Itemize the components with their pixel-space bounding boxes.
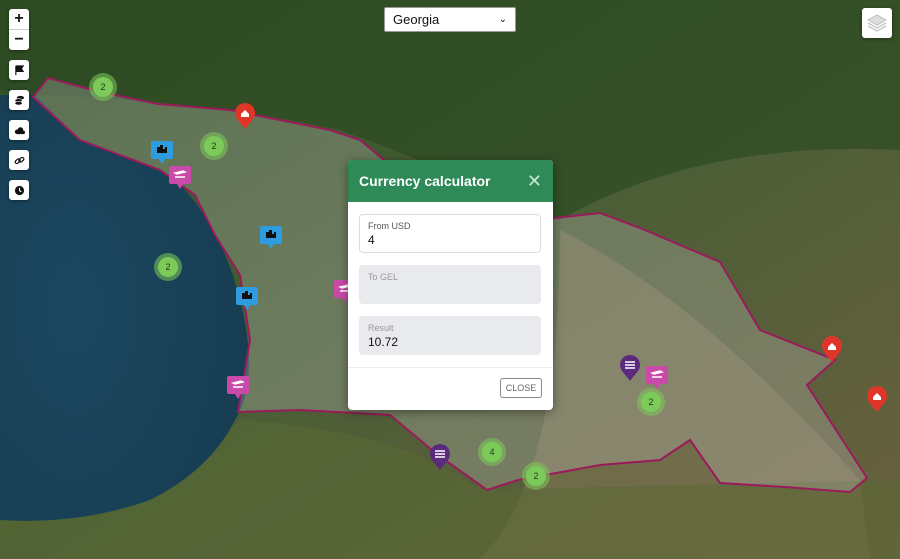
close-icon[interactable]: ✕ bbox=[527, 171, 542, 192]
modal-header: Currency calculator ✕ bbox=[348, 160, 553, 202]
from-usd-value: 4 bbox=[368, 233, 375, 247]
cluster-count: 4 bbox=[489, 447, 494, 457]
to-gel-field: To GEL bbox=[359, 265, 541, 304]
cluster-count: 2 bbox=[211, 141, 216, 151]
cloud-icon bbox=[14, 126, 25, 134]
flag-icon bbox=[14, 64, 24, 75]
from-usd-field[interactable]: From USD 4 bbox=[359, 214, 541, 253]
currency-calculator-modal: Currency calculator ✕ From USD 4 To GEL … bbox=[348, 160, 553, 410]
clock-button[interactable] bbox=[9, 180, 29, 200]
result-label: Result bbox=[368, 323, 394, 333]
link-button[interactable] bbox=[9, 150, 29, 170]
zoom-control: + − bbox=[9, 9, 29, 50]
link-icon bbox=[14, 156, 24, 164]
clock-icon bbox=[14, 185, 24, 195]
result-value: 10.72 bbox=[368, 335, 399, 349]
coins-icon bbox=[14, 95, 24, 105]
country-select-value: Georgia bbox=[393, 12, 440, 27]
flag-button[interactable] bbox=[9, 60, 29, 80]
weather-button[interactable] bbox=[9, 120, 29, 140]
zoom-out-button[interactable]: − bbox=[9, 29, 29, 50]
modal-title: Currency calculator bbox=[359, 173, 491, 189]
coins-button[interactable] bbox=[9, 90, 29, 110]
marker-cluster[interactable]: 2 bbox=[154, 253, 182, 281]
cluster-count: 2 bbox=[648, 397, 653, 407]
to-gel-label: To GEL bbox=[368, 272, 399, 282]
country-select[interactable]: Georgia ⌄ bbox=[384, 7, 516, 32]
from-usd-label: From USD bbox=[368, 221, 411, 231]
cluster-count: 2 bbox=[100, 82, 105, 92]
modal-footer: CLOSE bbox=[348, 367, 553, 410]
zoom-in-button[interactable]: + bbox=[9, 9, 29, 29]
marker-cluster[interactable]: 2 bbox=[637, 388, 665, 416]
layers-button[interactable] bbox=[862, 8, 892, 38]
chevron-down-icon: ⌄ bbox=[498, 14, 507, 25]
marker-cluster[interactable]: 2 bbox=[522, 462, 550, 490]
marker-cluster[interactable]: 4 bbox=[478, 438, 506, 466]
cluster-count: 2 bbox=[165, 262, 170, 272]
marker-cluster[interactable]: 2 bbox=[89, 73, 117, 101]
result-field: Result 10.72 bbox=[359, 316, 541, 355]
marker-cluster[interactable]: 2 bbox=[200, 132, 228, 160]
close-button[interactable]: CLOSE bbox=[500, 378, 542, 398]
layers-icon bbox=[867, 14, 887, 32]
cluster-count: 2 bbox=[533, 471, 538, 481]
